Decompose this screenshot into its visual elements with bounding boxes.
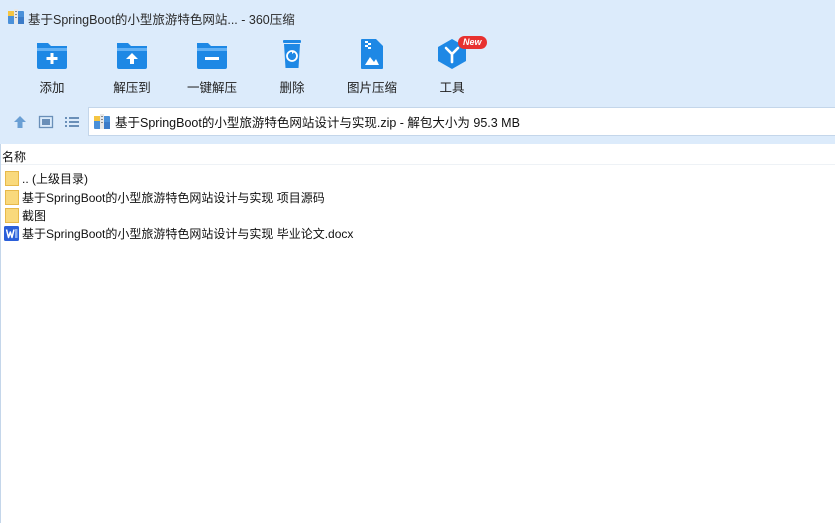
path-field[interactable]: 基于SpringBoot的小型旅游特色网站设计与实现.zip - 解包大小为 9… (88, 107, 835, 136)
title-bar: 基于SpringBoot的小型旅游特色网站... - 360压缩 (0, 0, 835, 34)
list-item-source-folder[interactable]: 基于SpringBoot的小型旅游特色网站设计与实现 项目源码 (5, 188, 325, 206)
tools-label: 工具 (439, 81, 465, 95)
extract-to-button[interactable]: 解压到 (94, 38, 170, 98)
word-document-icon (4, 225, 19, 241)
folder-icon (5, 207, 19, 223)
extract-to-label: 解压到 (113, 81, 151, 95)
address-bar: 基于SpringBoot的小型旅游特色网站设计与实现.zip - 解包大小为 9… (0, 100, 835, 144)
folder-icon (5, 170, 19, 186)
list-item-parent-dir[interactable]: .. (上级目录) (5, 169, 88, 187)
add-label: 添加 (39, 81, 65, 95)
file-name: 截图 (22, 208, 47, 223)
image-compress-button[interactable]: 图片压缩 (334, 38, 410, 98)
zip-archive-icon (94, 114, 110, 129)
path-text: 基于SpringBoot的小型旅游特色网站设计与实现.zip - 解包大小为 9… (115, 116, 520, 130)
tools-button[interactable]: New 工具 (414, 36, 490, 98)
main-toolbar: 添加 解压到 一键解压 删除 图片压缩 New 工具 (0, 34, 835, 100)
add-button[interactable]: 添加 (14, 38, 90, 98)
thumbnail-view-icon[interactable] (38, 114, 54, 130)
archive-app-icon (8, 9, 24, 24)
one-click-extract-button[interactable]: 一键解压 (174, 38, 250, 98)
image-compress-icon (361, 39, 383, 69)
new-badge: New (458, 36, 487, 49)
header-divider (1, 164, 835, 165)
extract-to-icon (117, 43, 147, 69)
delete-button[interactable]: 删除 (254, 38, 330, 98)
file-list: 名称 .. (上级目录) 基于SpringBoot的小型旅游特色网站设计与实现 … (0, 144, 835, 523)
list-item-screenshots-folder[interactable]: 截图 (5, 206, 46, 224)
recycle-bin-icon (283, 40, 301, 68)
file-name: 基于SpringBoot的小型旅游特色网站设计与实现 项目源码 (22, 190, 325, 205)
folder-icon (5, 189, 19, 205)
file-name: .. (上级目录) (22, 171, 88, 186)
one-click-extract-label: 一键解压 (186, 81, 237, 95)
image-compress-label: 图片压缩 (346, 81, 397, 95)
list-view-icon[interactable] (64, 114, 80, 130)
delete-label: 删除 (279, 81, 305, 95)
one-click-extract-icon (197, 43, 227, 69)
window-title: 基于SpringBoot的小型旅游特色网站... - 360压缩 (28, 13, 295, 27)
add-folder-icon (37, 43, 67, 69)
list-item-thesis-docx[interactable]: 基于SpringBoot的小型旅游特色网站设计与实现 毕业论文.docx (4, 224, 353, 242)
column-header-name[interactable]: 名称 (1, 148, 26, 164)
file-name: 基于SpringBoot的小型旅游特色网站设计与实现 毕业论文.docx (22, 226, 354, 241)
up-arrow-icon[interactable] (12, 114, 28, 130)
